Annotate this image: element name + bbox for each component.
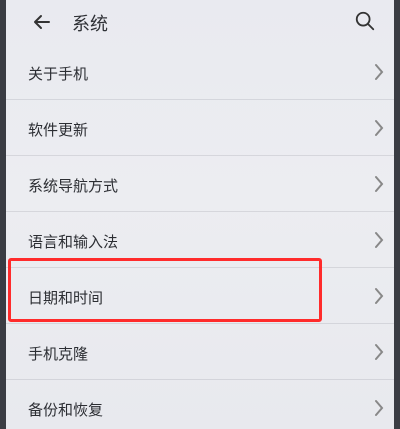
settings-item-label: 软件更新 [28, 121, 89, 139]
back-arrow-icon[interactable] [30, 10, 54, 34]
chevron-right-icon [375, 400, 384, 416]
page-title: 系统 [72, 14, 108, 35]
chevron-right-icon [375, 344, 384, 360]
chevron-right-icon [375, 288, 384, 304]
chevron-right-icon [375, 232, 384, 248]
settings-item-label: 备份和恢复 [28, 401, 104, 419]
settings-item-label: 日期和时间 [28, 289, 104, 307]
settings-item-system-navigation[interactable]: 系统导航方式 [6, 156, 394, 212]
settings-item-label: 系统导航方式 [28, 177, 119, 195]
settings-list: 关于手机 软件更新 系统导航方式 语言和输入法 日期和时间 手机克隆 备份和恢复 [6, 44, 394, 429]
settings-item-label: 关于手机 [28, 65, 89, 83]
chevron-right-icon [375, 176, 384, 192]
chevron-right-icon [375, 120, 384, 136]
settings-item-phone-clone[interactable]: 手机克隆 [6, 324, 394, 380]
settings-screen: 系统 关于手机 软件更新 系统导航方式 语言和输入法 日期和时间 手机克隆 备份… [0, 0, 400, 429]
settings-item-label: 语言和输入法 [28, 233, 119, 251]
settings-item-software-update[interactable]: 软件更新 [6, 100, 394, 156]
settings-item-backup-restore[interactable]: 备份和恢复 [6, 380, 394, 429]
top-bar: 系统 [6, 0, 394, 44]
settings-item-about-phone[interactable]: 关于手机 [6, 44, 394, 100]
chevron-right-icon [375, 64, 384, 80]
settings-item-date-time[interactable]: 日期和时间 [6, 268, 394, 324]
search-icon[interactable] [354, 10, 376, 32]
settings-item-language-input[interactable]: 语言和输入法 [6, 212, 394, 268]
settings-item-label: 手机克隆 [28, 345, 89, 363]
